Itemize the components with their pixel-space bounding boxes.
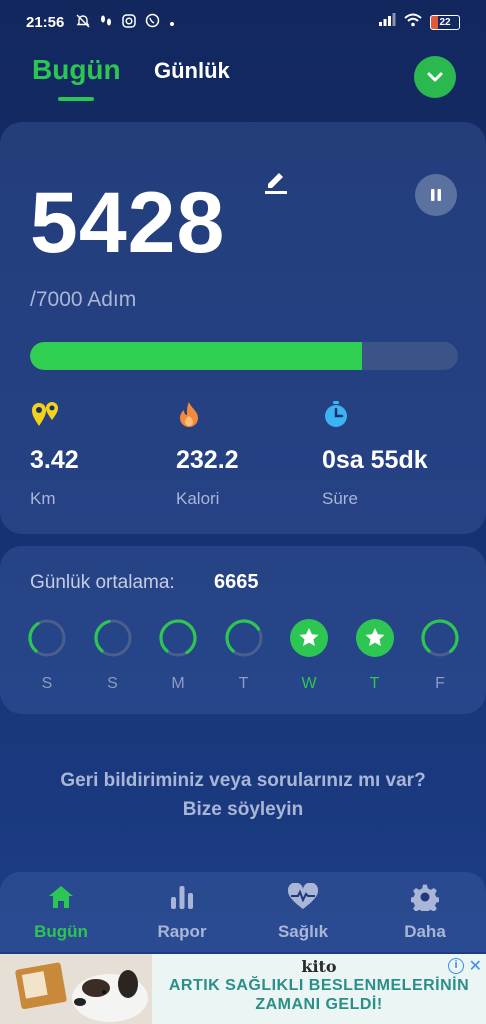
day-item[interactable]: T bbox=[354, 618, 396, 693]
daily-average-label: Günlük ortalama: bbox=[30, 572, 175, 593]
chevron-down-icon bbox=[427, 72, 443, 82]
stat-duration: 0sa 55dk Süre bbox=[322, 400, 428, 509]
duration-value: 0sa 55dk bbox=[322, 446, 428, 474]
stat-calories: 232.2 Kalori bbox=[176, 400, 239, 509]
day-progress-ring bbox=[421, 619, 459, 657]
day-progress-ring bbox=[93, 619, 132, 657]
step-goal: /7000 Adım bbox=[30, 288, 137, 311]
feedback-link[interactable]: Geri bildiriminiz veya sorularınız mı va… bbox=[0, 766, 486, 824]
dropdown-button[interactable] bbox=[414, 56, 456, 98]
status-bar: 21:56 22 bbox=[0, 0, 486, 44]
stopwatch-icon bbox=[322, 400, 428, 428]
ad-line-2: ZAMANI GELDİ! bbox=[255, 996, 383, 1013]
day-item[interactable]: F bbox=[419, 618, 461, 693]
day-item[interactable]: M bbox=[157, 618, 199, 693]
step-progress-fill bbox=[30, 342, 362, 370]
status-time: 21:56 bbox=[26, 14, 65, 31]
nav-label-health: Sağlık bbox=[277, 922, 329, 941]
system-icons: 22 bbox=[378, 13, 460, 32]
nav-label-report: Rapor bbox=[157, 922, 207, 941]
feedback-line-1: Geri bildiriminiz veya sorularınız mı va… bbox=[60, 770, 426, 791]
day-progress-ring bbox=[159, 619, 197, 657]
day-item[interactable]: S bbox=[92, 618, 134, 693]
calories-label: Kalori bbox=[176, 489, 220, 508]
day-label: M bbox=[171, 675, 185, 692]
mute-icon bbox=[76, 14, 90, 31]
notification-icons bbox=[76, 13, 175, 31]
nav-item-report[interactable]: Rapor bbox=[137, 882, 227, 942]
nav-label-more: Daha bbox=[404, 922, 446, 941]
duration-label: Süre bbox=[322, 489, 358, 508]
day-goal-star-icon bbox=[355, 619, 394, 657]
day-item[interactable]: S bbox=[26, 618, 68, 693]
nav-item-health[interactable]: Sağlık bbox=[258, 882, 348, 942]
signal-icon bbox=[378, 13, 396, 32]
distance-value: 3.42 bbox=[30, 446, 79, 474]
flame-icon bbox=[176, 400, 239, 428]
day-label: T bbox=[369, 675, 380, 692]
tab-daily[interactable]: Günlük bbox=[154, 58, 230, 84]
weekly-card[interactable]: Günlük ortalama: 6665 S S M T W T F bbox=[0, 546, 486, 714]
ad-image-dog bbox=[0, 954, 152, 1024]
location-icon bbox=[30, 400, 79, 428]
edit-icon[interactable] bbox=[262, 166, 290, 199]
ad-line-1: ARTIK SAĞLIKLI BESLENMELERİNİN bbox=[168, 977, 470, 994]
tab-today[interactable]: Bugün bbox=[32, 54, 121, 86]
gear-icon bbox=[380, 882, 470, 912]
bar-chart-icon bbox=[137, 882, 227, 912]
day-goal-star-icon bbox=[290, 619, 328, 657]
ad-banner[interactable]: kito ARTIK SAĞLIKLI BESLENMELERİNİN ZAMA… bbox=[0, 954, 486, 1024]
ad-content[interactable]: kito ARTIK SAĞLIKLI BESLENMELERİNİN ZAMA… bbox=[152, 954, 486, 1024]
nav-label-today: Bugün bbox=[34, 922, 88, 941]
day-progress-ring bbox=[224, 619, 263, 657]
dot-icon bbox=[169, 15, 175, 30]
bottom-nav: Bugün Rapor Sağlık Daha bbox=[0, 872, 486, 952]
day-item[interactable]: T bbox=[223, 618, 265, 693]
daily-average-value: 6665 bbox=[214, 571, 259, 593]
wifi-icon bbox=[404, 13, 422, 32]
feedback-line-2: Bize söyleyin bbox=[182, 799, 304, 820]
tab-today-underline bbox=[58, 97, 94, 101]
home-icon bbox=[16, 882, 106, 912]
stat-distance: 3.42 Km bbox=[30, 400, 79, 509]
instagram-icon bbox=[122, 13, 136, 31]
pause-button[interactable] bbox=[415, 174, 457, 216]
day-label: T bbox=[238, 675, 249, 692]
distance-label: Km bbox=[30, 489, 56, 508]
day-item[interactable]: W bbox=[288, 618, 330, 693]
day-progress-ring bbox=[28, 619, 66, 657]
footsteps-icon bbox=[99, 14, 113, 31]
whatsapp-icon bbox=[145, 13, 160, 31]
pause-icon bbox=[431, 189, 441, 201]
day-label: W bbox=[301, 675, 317, 692]
day-label: S bbox=[107, 675, 118, 692]
ad-info-icon[interactable]: i bbox=[448, 958, 464, 974]
nav-item-today[interactable]: Bugün bbox=[16, 882, 106, 942]
step-count: 5428 bbox=[30, 175, 226, 271]
step-card: 5428 /7000 Adım 3.42 Km 232.2 Kalori 0sa… bbox=[0, 122, 486, 534]
step-progress-bar bbox=[30, 342, 458, 370]
day-label: F bbox=[435, 675, 445, 692]
day-label: S bbox=[41, 675, 53, 692]
ad-brand: kito bbox=[301, 957, 337, 976]
calories-value: 232.2 bbox=[176, 446, 239, 474]
nav-item-more[interactable]: Daha bbox=[380, 882, 470, 942]
battery-icon: 22 bbox=[430, 15, 460, 30]
ad-close-icon[interactable]: ✕ bbox=[469, 956, 482, 976]
heart-pulse-icon bbox=[258, 882, 348, 912]
